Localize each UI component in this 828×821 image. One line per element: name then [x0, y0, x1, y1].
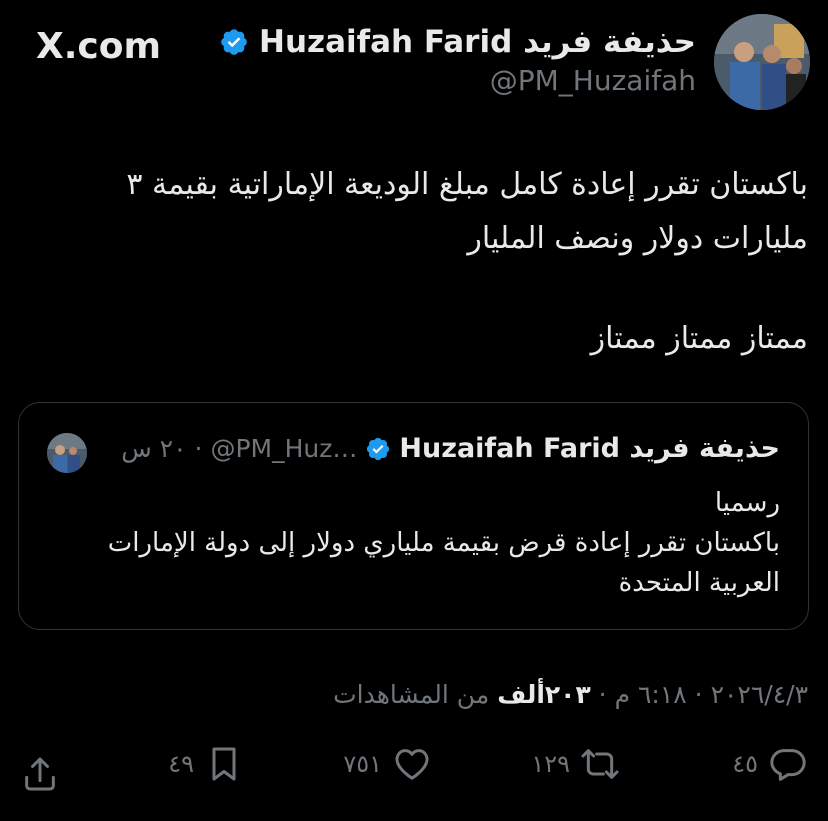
quoted-tweet-card[interactable]: حذيفة فريد Huzaifah Farid @PM_Huz… · ٢٠ …: [18, 402, 809, 630]
quoted-author-handle: @PM_Huz…: [210, 434, 358, 463]
tweet-date: ٢٠٢٦/٤/٣: [710, 680, 808, 709]
author-name-row: حذيفة فريد Huzaifah Farid: [219, 24, 696, 60]
quoted-line: رسميا: [714, 488, 780, 518]
separator-dot: ·: [598, 680, 607, 709]
quoted-time: ٢٠ س: [121, 434, 187, 463]
site-label-text: X.com: [36, 26, 162, 67]
like-button[interactable]: ٧٥١: [343, 744, 432, 784]
reply-button[interactable]: ٤٥: [732, 744, 808, 784]
verified-badge-icon: [221, 29, 247, 55]
like-count: ٧٥١: [343, 750, 382, 778]
views-label: من المشاهدات: [333, 680, 490, 709]
views-count: ٢٠٣ألف: [497, 680, 591, 709]
quoted-author-avatar: [47, 433, 87, 473]
quoted-line: باكستان تقرر إعادة قرض بقيمة ملياري دولا…: [107, 528, 780, 558]
tweet-meta: ٢٠٢٦/٤/٣ · ٦:١٨ م · ٢٠٣ألف من المشاهدات: [333, 680, 808, 709]
bookmark-count: ٤٩: [168, 750, 194, 778]
repost-icon: [581, 749, 619, 779]
author-name[interactable]: حذيفة فريد Huzaifah Farid: [259, 24, 696, 60]
action-bar: ٤٥ ١٢٩ ٧٥١ ٤٩: [0, 744, 828, 804]
tweet-text: باكستان تقرر إعادة كامل مبلغ الوديعة الإ…: [30, 158, 808, 366]
separator-dot: ·: [694, 680, 703, 709]
author-avatar[interactable]: [714, 14, 810, 110]
bookmark-button[interactable]: ٤٩: [168, 744, 244, 784]
tweet-line: ممتاز ممتاز ممتاز: [590, 321, 808, 356]
tweet-line: مليارات دولار ونصف المليار: [467, 221, 808, 256]
quoted-tweet-text: رسميا باكستان تقرر إعادة قرض بقيمة مليار…: [43, 483, 780, 603]
repost-count: ١٢٩: [531, 750, 570, 778]
repost-button[interactable]: ١٢٩: [531, 744, 620, 784]
bookmark-icon: [212, 747, 236, 781]
author-handle[interactable]: @PM_Huzaifah: [490, 64, 696, 97]
quoted-tweet-header: حذيفة فريد Huzaifah Farid @PM_Huz… · ٢٠ …: [121, 433, 780, 464]
site-label: X.com: [36, 26, 161, 67]
heart-icon: [395, 749, 429, 780]
tweet-line: باكستان تقرر إعادة كامل مبلغ الوديعة الإ…: [126, 167, 808, 202]
tweet-time: ٦:١٨ م: [614, 680, 687, 709]
share-button[interactable]: [20, 754, 60, 794]
reply-count: ٤٥: [732, 750, 758, 778]
share-icon: [25, 757, 55, 791]
verified-badge-icon: [367, 437, 390, 460]
reply-icon: [770, 749, 806, 781]
quoted-author-name: حذيفة فريد Huzaifah Farid: [399, 433, 780, 464]
separator-dot: ·: [194, 434, 203, 463]
quoted-line: العربية المتحدة: [618, 568, 780, 598]
